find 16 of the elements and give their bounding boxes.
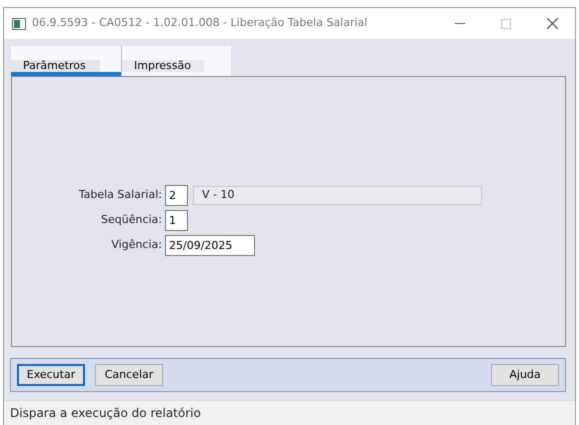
- field-label: Seqüência:: [100, 212, 163, 228]
- close-icon[interactable]: [546, 18, 558, 29]
- app-icon: [12, 18, 26, 30]
- dialog-button[interactable]: Executar: [17, 364, 85, 386]
- status-text: Dispara a execução do relatório: [10, 406, 201, 420]
- field-label: Vigência:: [110, 237, 163, 254]
- input-field[interactable]: 25/09/2025: [165, 235, 255, 256]
- minimize-icon[interactable]: [455, 23, 465, 24]
- dialog-button[interactable]: Cancelar: [95, 364, 163, 386]
- dialog-button[interactable]: Ajuda: [491, 364, 559, 386]
- input-field[interactable]: 1: [165, 210, 188, 232]
- field-label: Tabela Salarial:: [78, 187, 163, 204]
- description-field: V - 10: [193, 186, 482, 206]
- maximize-icon[interactable]: [501, 18, 511, 28]
- window-title: 06.9.5593 - CA0512 - 1.02.01.008 - Liberação Tabela Salarial: [32, 15, 368, 32]
- input-field[interactable]: 2: [165, 185, 188, 206]
